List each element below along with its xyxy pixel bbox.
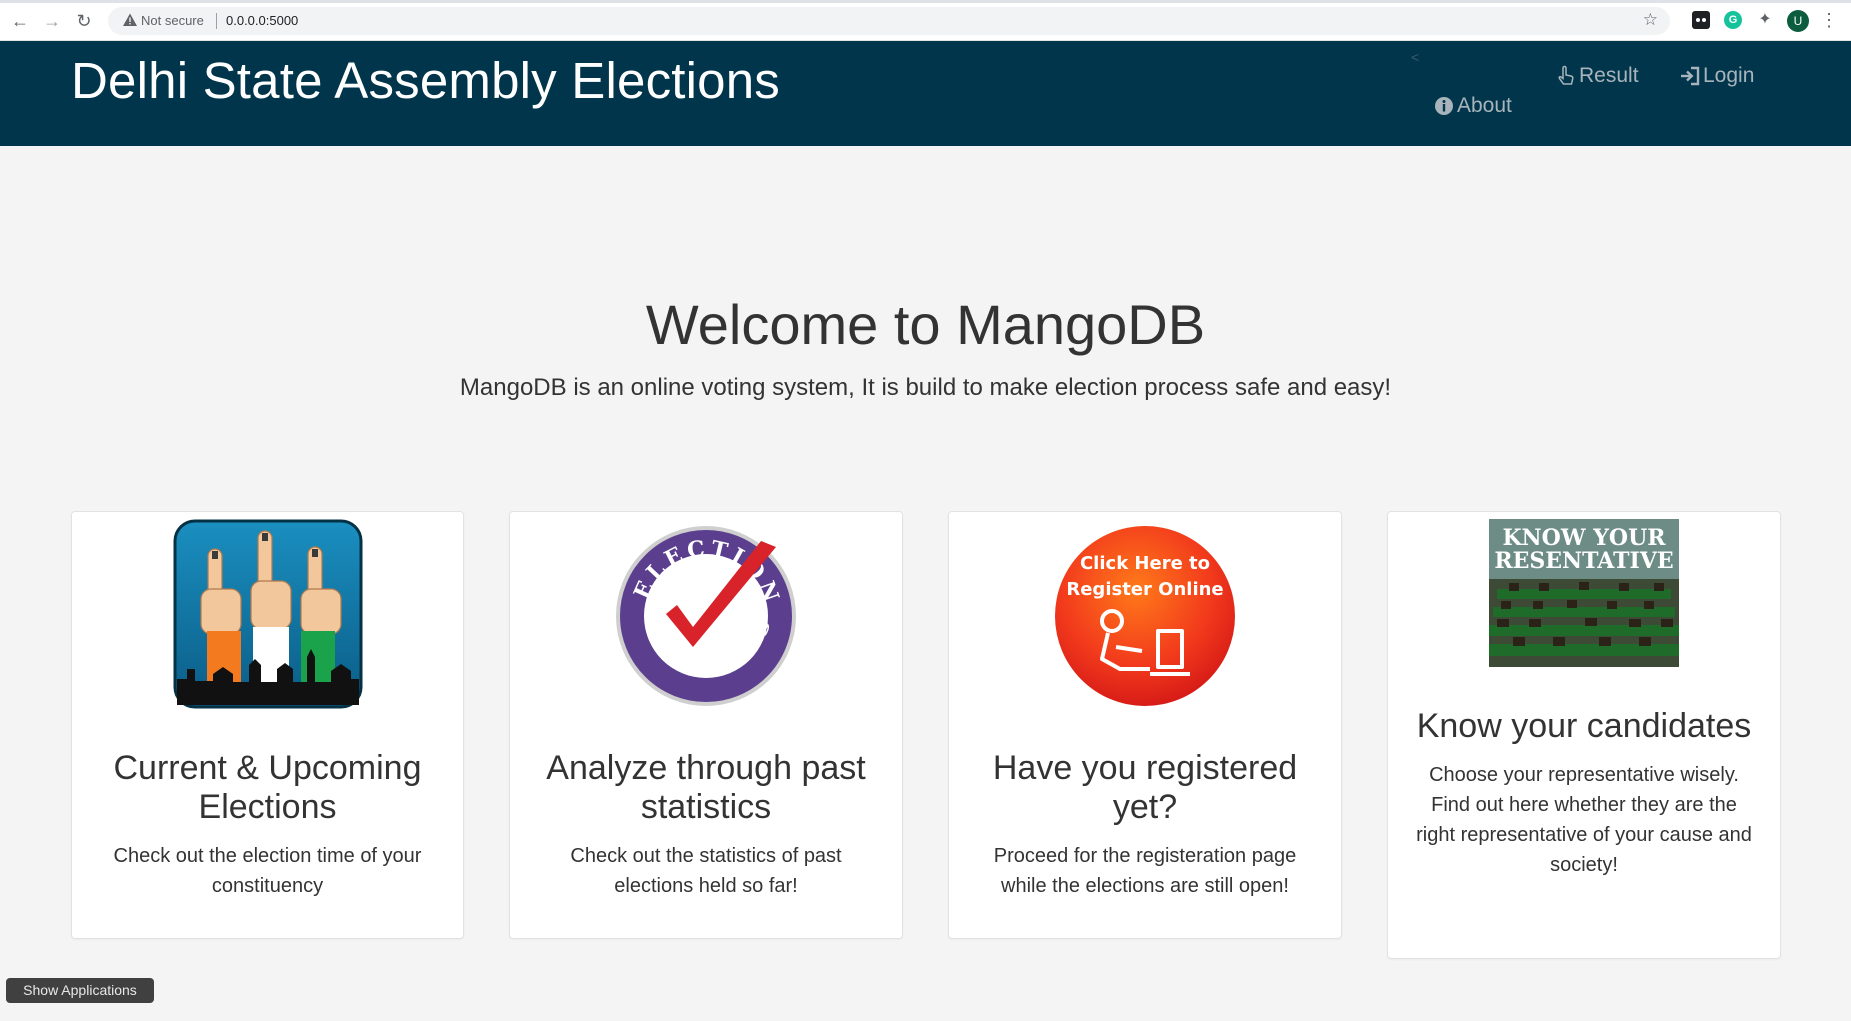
- url-text[interactable]: 0.0.0.0:5000: [226, 13, 298, 28]
- card-text: Proceed for the registeration page while…: [993, 845, 1297, 897]
- back-icon[interactable]: ←: [8, 9, 32, 33]
- card-title: Have you registered yet?: [992, 749, 1298, 826]
- hero-subtitle: MangoDB is an online voting system, It i…: [459, 374, 1392, 401]
- nav-result-label: Result: [1579, 64, 1639, 87]
- warning-icon: [123, 13, 137, 26]
- nav-about-label: About: [1457, 94, 1512, 117]
- register-line-1: Click Here to: [1080, 553, 1210, 574]
- card-upcoming-elections[interactable]: Current & Upcoming Elections Check out t…: [71, 511, 464, 939]
- bookmark-star-icon[interactable]: ☆: [1643, 10, 1658, 30]
- browser-toolbar: ← → ↻ Not secure 0.0.0.0:5000 ☆ G ✦ U ⋮: [0, 0, 1851, 41]
- profile-avatar[interactable]: U: [1787, 10, 1809, 32]
- nav-result-link[interactable]: Result: [1555, 64, 1639, 88]
- pointer-hand-icon: [1558, 65, 1574, 85]
- card-register[interactable]: Click Here to Register Online Have you r…: [948, 511, 1342, 939]
- extension-icon[interactable]: [1692, 11, 1710, 29]
- nav-login-link[interactable]: Login: [1679, 64, 1754, 88]
- grammarly-extension-icon[interactable]: G: [1724, 11, 1742, 29]
- card-know-candidates[interactable]: KNOW YOUR RESENTATIVE Know your candidat…: [1387, 511, 1781, 959]
- banner-line-2: RESENTATIVE: [1494, 548, 1673, 574]
- browser-menu-icon[interactable]: ⋮: [1820, 9, 1838, 31]
- register-line-2: Register Online: [1066, 579, 1223, 600]
- reload-icon[interactable]: ↻: [72, 9, 96, 33]
- security-label[interactable]: Not secure: [141, 13, 204, 28]
- assembly-hall-icon: KNOW YOUR RESENTATIVE: [1489, 519, 1679, 667]
- hero-title: Welcome to MangoDB: [645, 293, 1206, 356]
- election-results-badge-icon: ELECTION RESULTS: [616, 526, 796, 706]
- login-icon: [1681, 66, 1700, 86]
- info-icon: [1435, 97, 1453, 115]
- site-brand[interactable]: Delhi State Assembly Elections: [71, 51, 780, 110]
- card-text: Check out the election time of your cons…: [113, 845, 422, 897]
- address-bar[interactable]: Not secure 0.0.0.0:5000 ☆: [108, 7, 1670, 35]
- voting-fingers-icon: [173, 519, 362, 709]
- card-text: Check out the statistics of past electio…: [570, 845, 842, 897]
- nav-caret-icon: <: [1411, 49, 1420, 65]
- nav-about-link[interactable]: About: [1433, 94, 1512, 118]
- nav-login-label: Login: [1703, 64, 1755, 87]
- extensions-puzzle-icon[interactable]: ✦: [1756, 11, 1774, 29]
- card-title: Know your candidates: [1416, 707, 1752, 745]
- register-online-icon[interactable]: Click Here to Register Online: [1050, 519, 1240, 709]
- card-title: Analyze through past statistics: [546, 749, 866, 826]
- address-separator: [216, 13, 217, 29]
- forward-icon[interactable]: →: [40, 9, 64, 33]
- show-applications-button[interactable]: Show Applications: [6, 978, 154, 1003]
- tab-strip: [0, 0, 1851, 3]
- card-past-statistics[interactable]: ELECTION RESULTS Analyze through past st…: [509, 511, 903, 939]
- site-navbar: Delhi State Assembly Elections < Result …: [0, 41, 1851, 146]
- card-text: Choose your representative wisely. Find …: [1416, 764, 1752, 876]
- card-title: Current & Upcoming Elections: [113, 749, 422, 826]
